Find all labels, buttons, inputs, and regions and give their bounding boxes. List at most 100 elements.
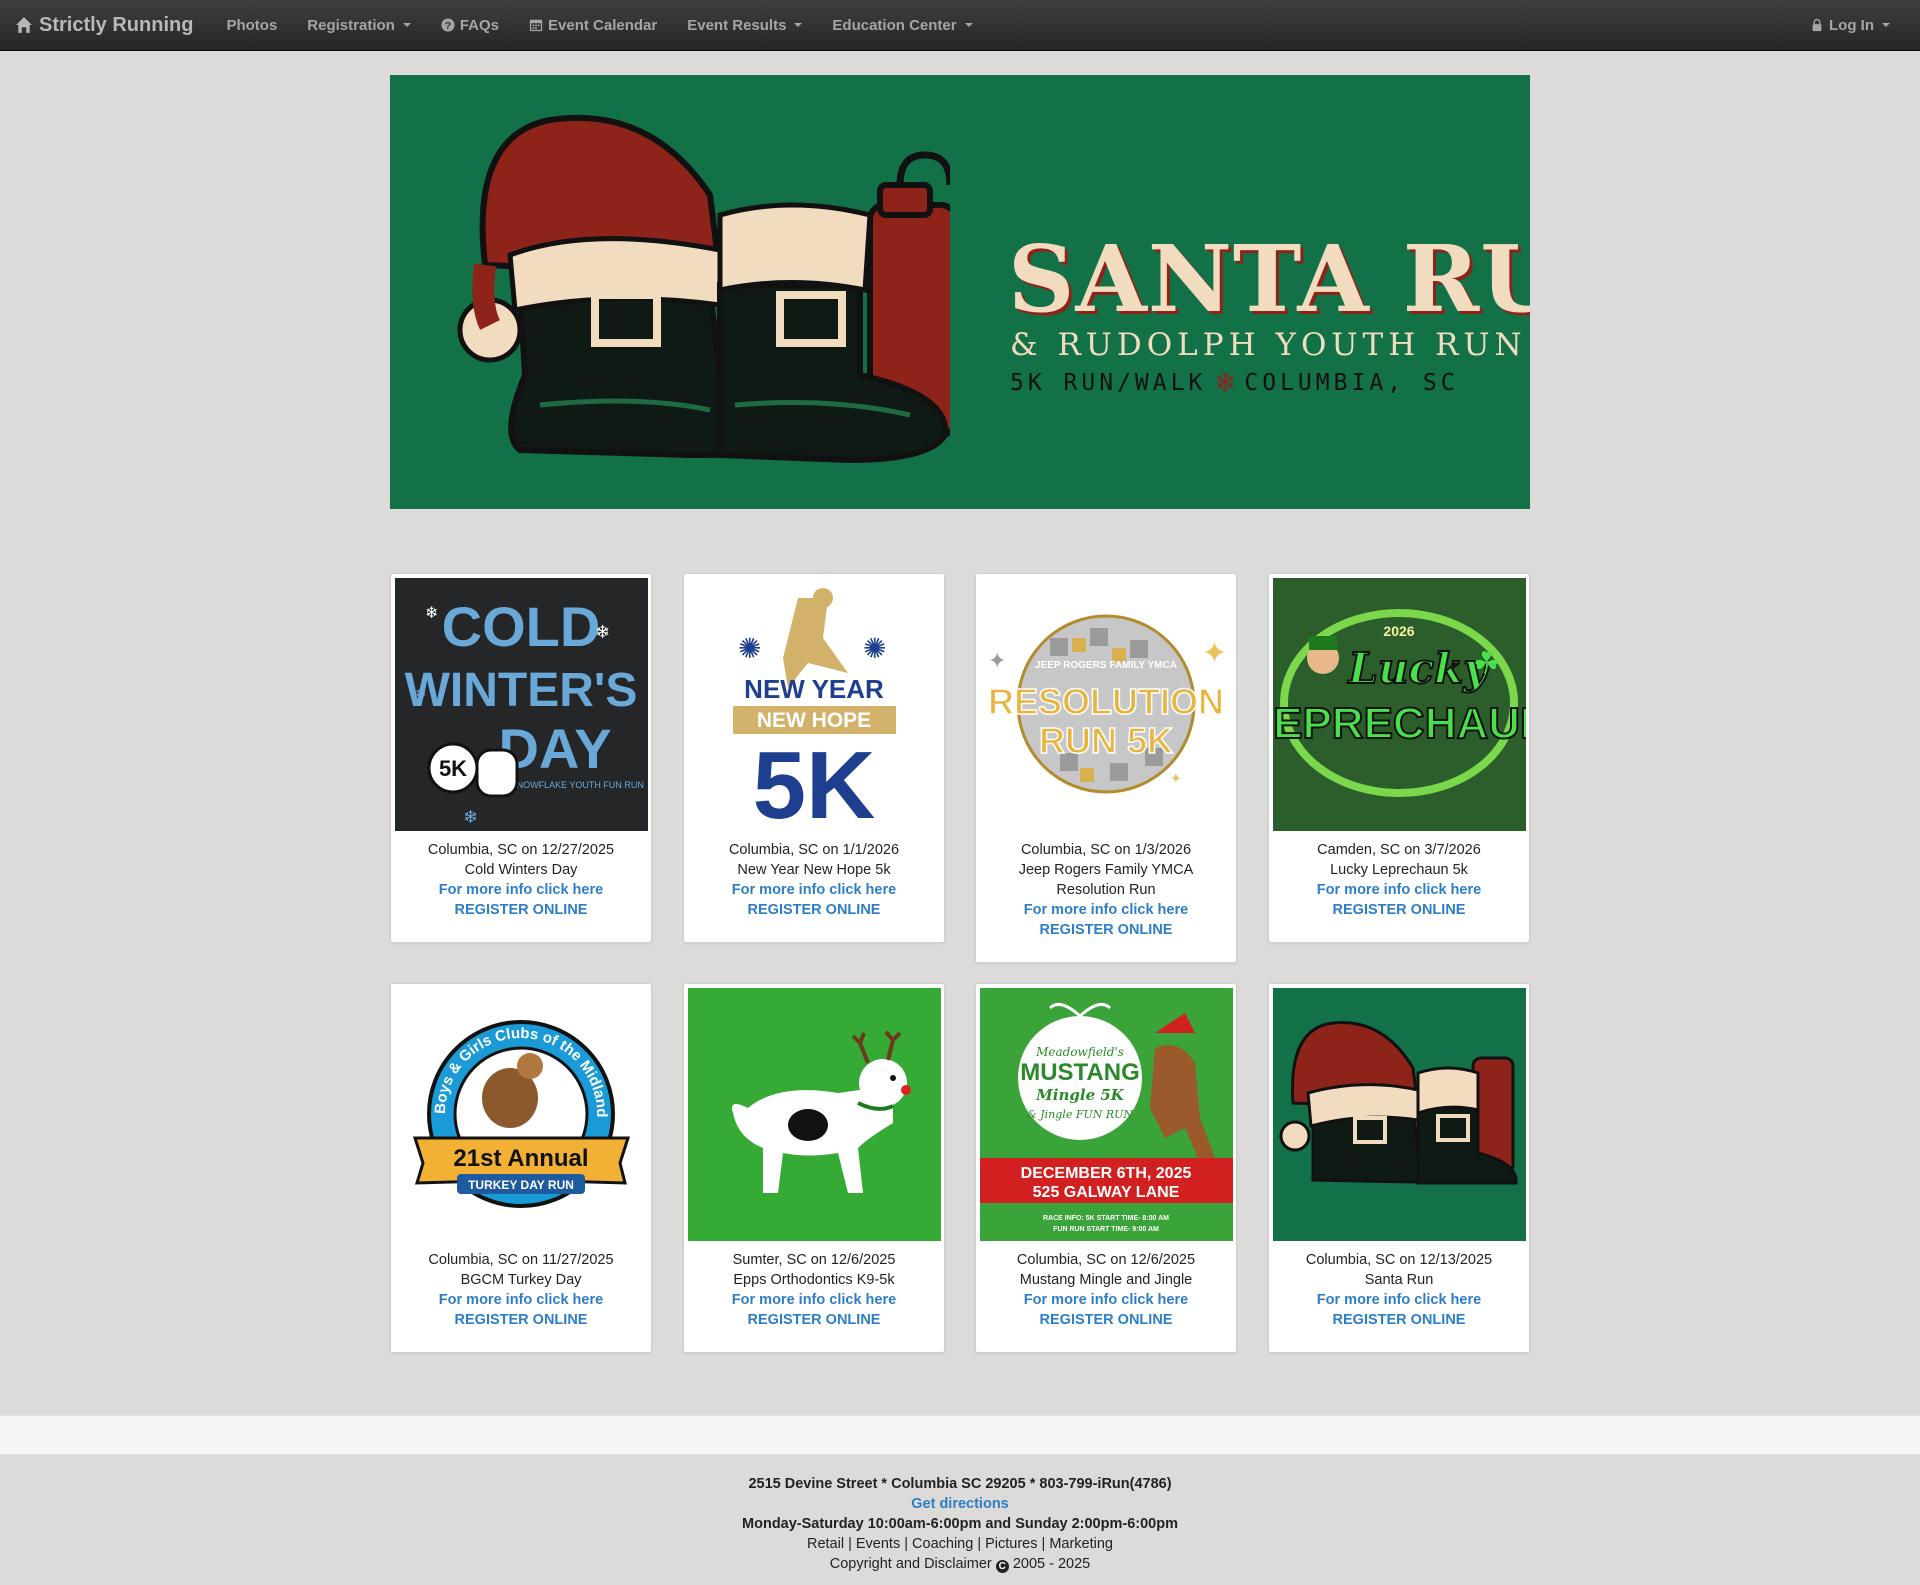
register-online-link[interactable]: REGISTER ONLINE — [976, 920, 1236, 940]
register-online-link[interactable]: REGISTER ONLINE — [684, 1310, 944, 1330]
caret-down-icon — [794, 23, 803, 27]
lucky-leprechaun-logo: 2026 Lucky LEPRECHAUN ☘ — [1273, 609, 1526, 797]
event-card: Meadowfield's MUSTANG Mingle 5K & Jingle… — [975, 983, 1237, 1353]
more-info-link[interactable]: For more info click here — [391, 880, 651, 900]
svg-text:Meadowfield's: Meadowfield's — [1035, 1045, 1124, 1059]
event-logo-image[interactable]: JEEP ROGERS FAMILY YMCA RESOLUTION RUN 5… — [980, 578, 1233, 831]
nav-registration-dropdown[interactable]: Registration — [292, 0, 426, 51]
svg-text:21st Annual: 21st Annual — [453, 1145, 588, 1172]
register-online-link[interactable]: REGISTER ONLINE — [684, 900, 944, 920]
svg-text:5K: 5K — [439, 756, 467, 781]
event-logo-image[interactable]: Boys & Girls Clubs of the Midlands 21st … — [395, 988, 648, 1241]
cold-winters-logo: COLD WINTER'S DAY & SNOWFLAKE YOUTH FUN … — [405, 595, 644, 827]
register-online-link[interactable]: REGISTER ONLINE — [1269, 1310, 1529, 1330]
svg-text:NEW YEAR: NEW YEAR — [744, 674, 884, 704]
brand-name: Strictly Running — [39, 13, 194, 36]
more-info-link[interactable]: For more info click here — [976, 1290, 1236, 1310]
event-details: Camden, SC on 3/7/2026 Lucky Leprechaun … — [1269, 840, 1529, 920]
svg-text:WINTER'S: WINTER'S — [405, 664, 638, 717]
nav-photos[interactable]: Photos — [211, 0, 292, 51]
nav-education-center-label: Education Center — [832, 16, 957, 34]
footer-divider-bar — [0, 1415, 1920, 1455]
register-online-link[interactable]: REGISTER ONLINE — [391, 1310, 651, 1330]
event-details: Columbia, SC on 12/6/2025 Mustang Mingle… — [976, 1250, 1236, 1330]
nav-event-results-dropdown[interactable]: Event Results — [672, 0, 817, 51]
event-details: Columbia, SC on 11/27/2025 BGCM Turkey D… — [391, 1250, 651, 1330]
more-info-link[interactable]: For more info click here — [1269, 1290, 1529, 1310]
store-hours: Monday-Saturday 10:00am-6:00pm and Sunda… — [742, 1516, 1178, 1532]
event-logo-image[interactable]: ✺ ✺ NEW YEAR NEW HOPE 5K — [688, 578, 941, 831]
svg-text:✦: ✦ — [1170, 770, 1182, 786]
register-online-link[interactable]: REGISTER ONLINE — [1269, 900, 1529, 920]
resolution-run-logo: JEEP ROGERS FAMILY YMCA RESOLUTION RUN 5… — [987, 614, 1227, 794]
event-logo-image[interactable]: COLD WINTER'S DAY & SNOWFLAKE YOUTH FUN … — [395, 578, 648, 831]
hero-tagline-right: COLUMBIA, SC — [1244, 369, 1459, 396]
hero-title: SANTA RUN — [1008, 225, 1530, 333]
event-name: Jeep Rogers Family YMCA Resolution Run — [1018, 862, 1194, 898]
brand-link[interactable]: Strictly Running — [15, 14, 193, 37]
nav-event-calendar[interactable]: Event Calendar — [514, 0, 672, 51]
top-navbar: Strictly Running Photos Registration ? F… — [0, 0, 1920, 51]
copyright-label[interactable]: Copyright and Disclaimer — [830, 1556, 992, 1572]
more-info-link[interactable]: For more info click here — [976, 900, 1236, 920]
nav-faqs-label: FAQs — [459, 16, 499, 34]
hero-subtitle: & RUDOLPH YOUTH RUN — [1010, 327, 1527, 363]
event-card: 2026 Lucky LEPRECHAUN ☘ Camden, SC on 3/… — [1268, 573, 1530, 943]
svg-text:Mingle 5K: Mingle 5K — [1035, 1086, 1125, 1104]
event-logo-image[interactable]: 2026 Lucky LEPRECHAUN ☘ — [1273, 578, 1526, 831]
calendar-icon — [529, 19, 543, 32]
hero-tagline: 5K RUN/WALK ❄ COLUMBIA, SC — [1010, 365, 1459, 400]
register-online-link[interactable]: REGISTER ONLINE — [391, 900, 651, 920]
event-name: BGCM Turkey Day — [460, 1272, 582, 1288]
svg-text:❄: ❄ — [595, 622, 610, 642]
svg-text:DECEMBER 6TH, 2025: DECEMBER 6TH, 2025 — [1021, 1165, 1192, 1182]
footer-links[interactable]: Retail | Events | Coaching | Pictures | … — [0, 1534, 1920, 1554]
lock-icon — [1812, 18, 1822, 32]
svg-text:LEPRECHAUN: LEPRECHAUN — [1273, 699, 1526, 748]
nav-event-results-label: Event Results — [687, 16, 787, 34]
login-dropdown[interactable]: Log In — [1795, 0, 1905, 51]
svg-text:525 GALWAY LANE: 525 GALWAY LANE — [1033, 1184, 1180, 1201]
event-name: Lucky Leprechaun 5k — [1330, 862, 1468, 878]
more-info-link[interactable]: For more info click here — [1269, 880, 1529, 900]
event-logo-image[interactable] — [1273, 988, 1526, 1241]
event-details: Columbia, SC on 1/3/2026 Jeep Rogers Fam… — [976, 840, 1236, 940]
event-location-date: Columbia, SC on 12/6/2025 — [1016, 1252, 1196, 1268]
event-card: COLD WINTER'S DAY & SNOWFLAKE YOUTH FUN … — [390, 573, 652, 943]
caret-down-icon — [402, 23, 411, 27]
more-info-link[interactable]: For more info click here — [684, 880, 944, 900]
login-label: Log In — [1829, 16, 1874, 34]
event-card: ✺ ✺ NEW YEAR NEW HOPE 5K Columbia, SC on… — [683, 573, 945, 943]
more-info-link[interactable]: For more info click here — [684, 1290, 944, 1310]
event-name: Cold Winters Day — [464, 862, 578, 878]
nav-education-center-dropdown[interactable]: Education Center — [817, 0, 987, 51]
svg-text:RUN 5K: RUN 5K — [1039, 720, 1173, 761]
event-card: Boys & Girls Clubs of the Midlands 21st … — [390, 983, 652, 1353]
event-logo-image[interactable]: Meadowfield's MUSTANG Mingle 5K & Jingle… — [980, 988, 1233, 1241]
svg-text:MUSTANG: MUSTANG — [1020, 1059, 1140, 1086]
home-icon — [16, 17, 32, 33]
hero-banner[interactable]: SANTA RUN & RUDOLPH YOUTH RUN 5K RUN/WAL… — [390, 75, 1530, 509]
copyright-line: Copyright and Disclaimer C 2005 - 2025 — [0, 1554, 1920, 1574]
caret-down-icon — [964, 23, 973, 27]
get-directions-link[interactable]: Get directions — [911, 1496, 1009, 1512]
store-address: 2515 Devine Street * Columbia SC 29205 *… — [748, 1476, 1172, 1492]
reindeer-dog-illustration — [732, 1030, 911, 1193]
register-online-link[interactable]: REGISTER ONLINE — [976, 1310, 1236, 1330]
svg-text:RESOLUTION: RESOLUTION — [988, 681, 1224, 722]
event-details: Columbia, SC on 12/13/2025 Santa Run For… — [1269, 1250, 1529, 1330]
event-location-date: Columbia, SC on 11/27/2025 — [428, 1252, 614, 1268]
copyright-years: 2005 - 2025 — [1012, 1556, 1091, 1572]
event-card: Sumter, SC on 12/6/2025 Epps Orthodontic… — [683, 983, 945, 1353]
mustang-mingle-logo: Meadowfield's MUSTANG Mingle 5K & Jingle… — [980, 1002, 1233, 1233]
event-logo-image[interactable] — [688, 988, 941, 1241]
more-info-link[interactable]: For more info click here — [391, 1290, 651, 1310]
nav-faqs[interactable]: ? FAQs — [426, 0, 514, 51]
svg-text:RACE INFO: 5K START TIME- 8:00: RACE INFO: 5K START TIME- 8:00 AM — [1043, 1215, 1169, 1222]
santa-boots-illustration — [457, 114, 950, 464]
nav-photos-label: Photos — [226, 16, 278, 34]
event-location-date: Columbia, SC on 1/1/2026 — [728, 842, 900, 858]
svg-text:?: ? — [445, 20, 451, 32]
svg-text:NEW HOPE: NEW HOPE — [757, 709, 871, 732]
event-location-date: Columbia, SC on 12/13/2025 — [1305, 1252, 1493, 1268]
